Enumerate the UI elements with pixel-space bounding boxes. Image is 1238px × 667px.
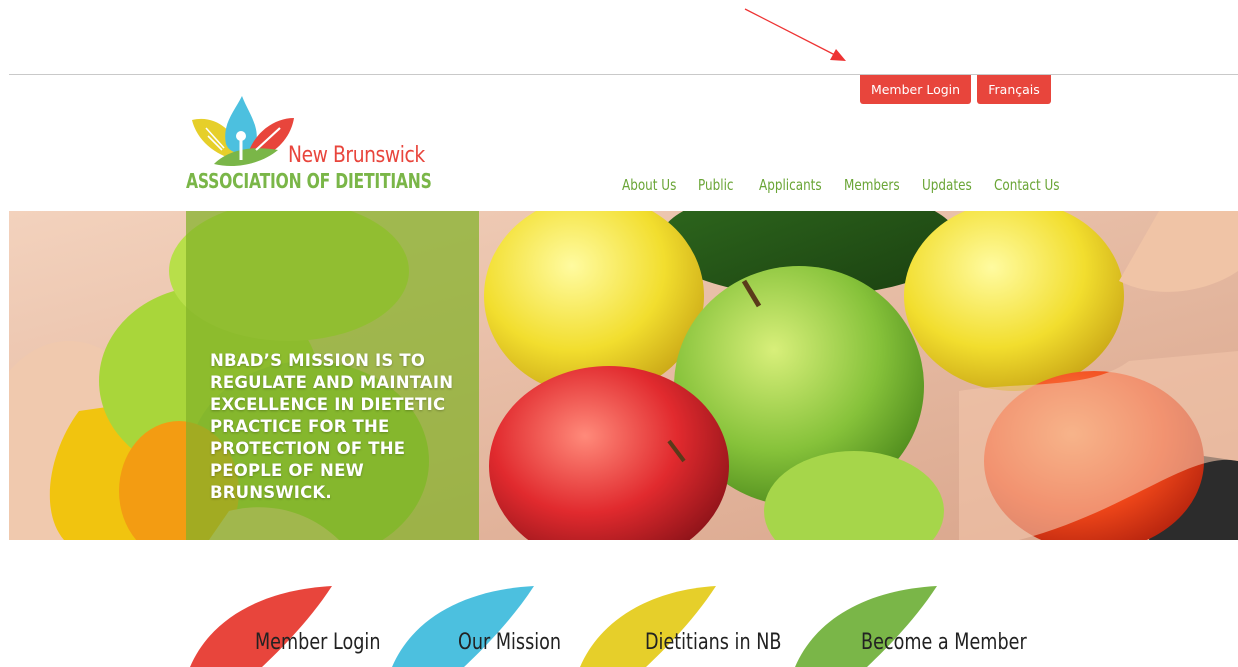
nav-applicants[interactable]: Applicants bbox=[759, 176, 822, 194]
quick-link-dietitians-in-nb[interactable]: Dietitians in NB bbox=[645, 630, 781, 655]
quick-links-leaves bbox=[190, 586, 937, 667]
member-login-button[interactable]: Member Login bbox=[860, 75, 971, 104]
logo-text-association: ASSOCIATION OF DIETITIANS bbox=[186, 169, 432, 193]
language-francais-button[interactable]: Français bbox=[977, 75, 1051, 104]
nav-updates[interactable]: Updates bbox=[922, 176, 972, 194]
nav-contact-us[interactable]: Contact Us bbox=[994, 176, 1060, 194]
mission-statement: NBAD’S MISSION IS TO REGULATE AND MAINTA… bbox=[210, 351, 454, 502]
quick-link-our-mission[interactable]: Our Mission bbox=[458, 630, 561, 655]
nav-public[interactable]: Public bbox=[698, 176, 734, 194]
hero-banner: NBAD’S MISSION IS TO REGULATE AND MAINTA… bbox=[9, 211, 1238, 540]
nav-about-us[interactable]: About Us bbox=[622, 176, 676, 194]
quick-link-become-a-member[interactable]: Become a Member bbox=[861, 630, 1027, 655]
logo-text-new-brunswick: New Brunswick bbox=[288, 143, 425, 168]
quick-link-member-login[interactable]: Member Login bbox=[255, 630, 380, 655]
header-divider bbox=[9, 74, 1238, 75]
nav-members[interactable]: Members bbox=[844, 176, 900, 194]
